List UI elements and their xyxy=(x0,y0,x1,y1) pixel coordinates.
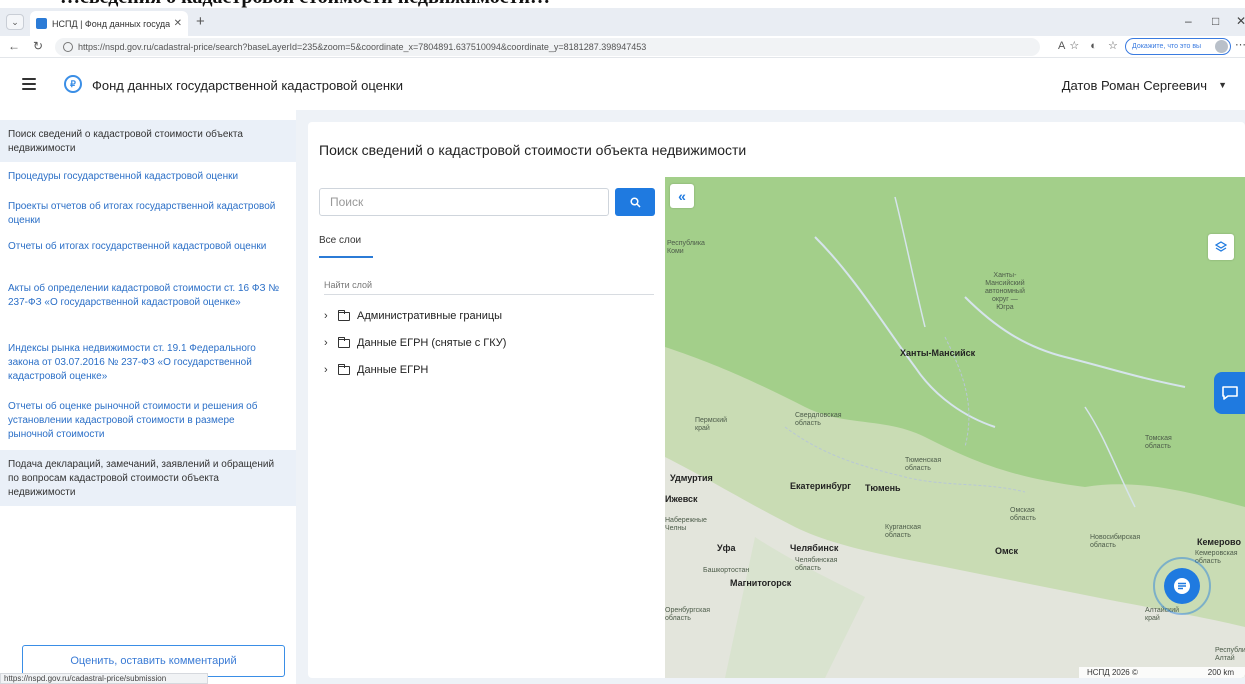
search-input[interactable] xyxy=(319,188,609,216)
user-name[interactable]: Датов Роман Сергеевич xyxy=(1062,78,1207,93)
collapse-panel-button[interactable]: « xyxy=(670,184,694,208)
active-tab-indicator xyxy=(319,256,373,258)
map-label-khanty-mansiysk: Ханты-Мансийск xyxy=(900,348,976,358)
profile-avatar-icon xyxy=(1215,40,1228,53)
reload-icon[interactable]: ↻ xyxy=(33,39,43,53)
prove-identity-label: Докажите, что это вы xyxy=(1132,43,1202,50)
close-window-icon[interactable]: ✕ xyxy=(1236,14,1245,28)
map-label-altai-republic: Республика Алтай xyxy=(1215,647,1245,662)
map-label-orenburg: Оренбургская область xyxy=(665,607,711,622)
address-bar-icons[interactable]: A☆ ◐ ☆ xyxy=(1058,39,1122,52)
sidebar: Поиск сведений о кадастровой стоимости о… xyxy=(0,120,296,684)
close-tab-icon[interactable]: ✕ xyxy=(174,18,182,29)
favicon-icon xyxy=(36,18,47,29)
map-label-magnitogorsk: Магнитогорск xyxy=(730,578,792,588)
sidebar-item-cadastral-search[interactable]: Поиск сведений о кадастровой стоимости о… xyxy=(0,120,296,162)
map-label-bashkortostan: Башкортостан xyxy=(703,567,750,574)
app-title: Фонд данных государственной кадастровой … xyxy=(92,78,404,93)
sidebar-item-procedures[interactable]: Процедуры государственной кадастровой оц… xyxy=(0,170,296,184)
search-card: Поиск сведений о кадастровой стоимости о… xyxy=(308,122,1245,678)
prove-identity-button[interactable]: Докажите, что это вы xyxy=(1125,38,1231,55)
status-bar-url: https://nspd.gov.ru/cadastral-price/subm… xyxy=(0,673,208,684)
map-label-sverdlovsk: Свердловская область xyxy=(795,412,842,427)
url-field[interactable]: https://nspd.gov.ru/cadastral-price/sear… xyxy=(55,38,1040,56)
back-icon[interactable]: ← xyxy=(8,39,20,53)
map-label-perm: Пермский край xyxy=(695,417,728,432)
layers-icon xyxy=(1215,241,1227,252)
more-icon[interactable]: ⋯ xyxy=(1235,38,1245,51)
map-label-khmao: Ханты- Мансийский автономный округ — Югр… xyxy=(985,272,1025,311)
map-label-tyumen: Тюмень xyxy=(865,483,901,493)
map-label-kurgan: Курганская область xyxy=(885,524,921,539)
address-bar: ← ↻ https://nspd.gov.ru/cadastral-price/… xyxy=(0,36,1245,58)
menu-icon[interactable] xyxy=(22,78,36,90)
tree-item-egrn[interactable]: › Данные ЕГРН xyxy=(324,363,428,376)
new-tab-icon[interactable]: + xyxy=(196,13,205,30)
chevron-down-icon[interactable]: ▼ xyxy=(1218,80,1227,90)
support-side-button[interactable] xyxy=(1214,372,1245,414)
find-layer-input[interactable]: Найти слой xyxy=(324,280,372,290)
folder-icon xyxy=(338,309,350,321)
site-info-icon[interactable] xyxy=(63,42,73,52)
map-label-kemerovo: Кемерово xyxy=(1197,537,1241,547)
browser-tab-strip: ⌄ НСПД | Фонд данных государстве… ✕ + – … xyxy=(0,8,1245,36)
browser-tab-title: НСПД | Фонд данных государстве… xyxy=(52,18,170,29)
map-label-chelyabinsk: Челябинск xyxy=(790,543,839,553)
map-label-komi: Республика Коми xyxy=(667,240,705,255)
chevron-right-icon[interactable]: › xyxy=(324,364,338,376)
sidebar-item-submission[interactable]: Подача деклараций, замечаний, заявлений … xyxy=(0,450,296,506)
chat-button[interactable] xyxy=(1153,557,1211,615)
sidebar-item-final-reports[interactable]: Отчеты об итогах государственной кадастр… xyxy=(0,240,296,254)
search-icon xyxy=(629,196,641,208)
url-text: https://nspd.gov.ru/cadastral-price/sear… xyxy=(78,42,647,52)
folder-icon xyxy=(338,363,350,375)
tree-item-admin-borders[interactable]: › Административные границы xyxy=(324,309,502,322)
map-attribution: НСПД 2026 © 200 km xyxy=(1079,667,1245,678)
app-header: ₽ Фонд данных государственной кадастрово… xyxy=(0,58,1245,110)
tree-item-egrn-removed[interactable]: › Данные ЕГРН (снятые с ГКУ) xyxy=(324,336,506,349)
map-layers-button[interactable] xyxy=(1208,234,1234,260)
chevron-right-icon[interactable]: › xyxy=(324,337,338,349)
map-label-tyumen-region: Тюменская область xyxy=(905,457,942,472)
support-chat-icon xyxy=(1221,386,1238,400)
folder-icon xyxy=(338,336,350,348)
map-label-omsk-region: Омская область xyxy=(1010,507,1036,522)
search-button[interactable] xyxy=(615,188,655,216)
sidebar-item-market-value-reports[interactable]: Отчеты об оценке рыночной стоимости и ре… xyxy=(0,400,296,442)
map-label-chelyabinsk-region: Челябинская область xyxy=(795,557,838,572)
map-label-izhevsk: Ижевск xyxy=(665,494,698,504)
top-banner: …сведения о кадастровой стоимости недвиж… xyxy=(0,0,1245,8)
maximize-icon[interactable]: □ xyxy=(1212,14,1219,28)
page-title: Поиск сведений о кадастровой стоимости о… xyxy=(319,142,747,158)
chat-button-inner xyxy=(1164,568,1200,604)
tab-list-chevron-icon[interactable]: ⌄ xyxy=(6,14,24,30)
sidebar-item-market-indices[interactable]: Индексы рынка недвижимости ст. 19.1 Феде… xyxy=(0,342,296,384)
top-banner-text: …сведения о кадастровой стоимости недвиж… xyxy=(60,0,550,8)
map-label-tomsk: Томская область xyxy=(1145,435,1172,450)
sidebar-item-acts[interactable]: Акты об определении кадастровой стоимост… xyxy=(0,282,296,310)
chevron-right-icon[interactable]: › xyxy=(324,310,338,322)
browser-tab[interactable]: НСПД | Фонд данных государстве… ✕ xyxy=(30,11,188,36)
tab-all-layers[interactable]: Все слои xyxy=(319,235,361,246)
sidebar-item-draft-reports[interactable]: Проекты отчетов об итогах государственно… xyxy=(0,200,296,228)
chat-icon xyxy=(1174,578,1190,594)
logo-icon: ₽ xyxy=(64,75,82,93)
map-label-udmurtia: Удмуртия xyxy=(670,473,713,483)
map-label-chelny: Набережные Челны xyxy=(665,517,707,532)
map-label-novosibirsk-region: Новосибирская область xyxy=(1090,534,1141,549)
map-label-ekaterinburg: Екатеринбург xyxy=(790,481,851,491)
map-scale: 200 km xyxy=(1187,667,1237,678)
minimize-icon[interactable]: – xyxy=(1185,14,1192,28)
map-label-omsk: Омск xyxy=(995,546,1019,556)
map-label-ufa: Уфа xyxy=(717,543,736,553)
find-layer-underline xyxy=(324,294,654,295)
attribution-text: НСПД 2026 © xyxy=(1087,668,1138,677)
